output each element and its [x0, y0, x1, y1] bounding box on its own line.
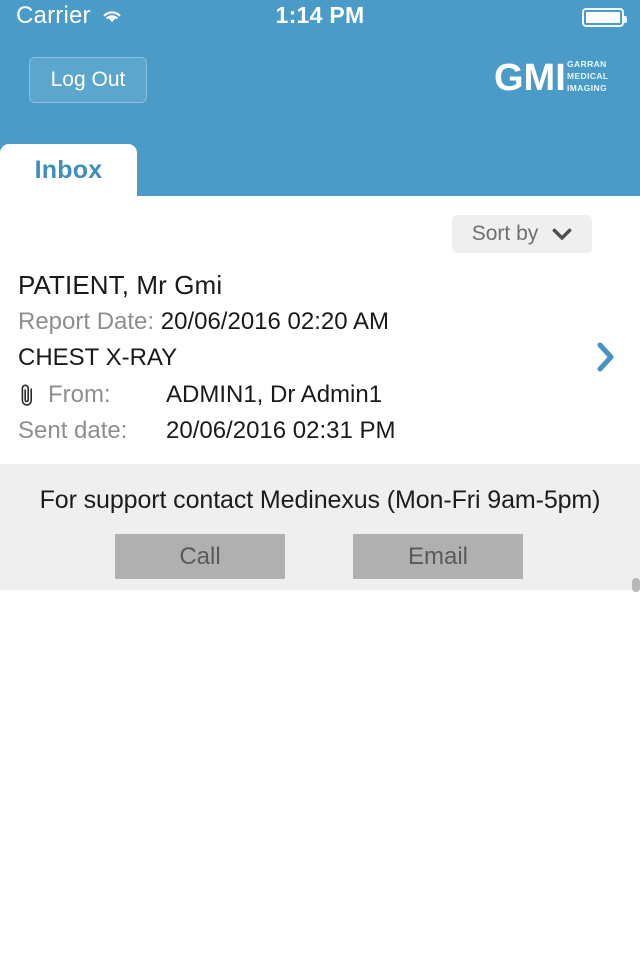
email-button[interactable]: Email [353, 534, 523, 579]
chevron-down-icon [552, 227, 573, 241]
sort-by-button[interactable]: Sort by [452, 215, 592, 253]
app-screen: Carrier 1:14 PM Log Out GMI GARRAN MEDIC… [0, 0, 640, 960]
modality-label: CHEST X-RAY [18, 344, 178, 371]
chevron-right-icon[interactable] [594, 340, 618, 374]
from-label: From: [48, 381, 111, 408]
tab-inbox-label: Inbox [34, 155, 103, 184]
content-area: Sort by PATIENT, Mr Gmi Report Date: 20/… [0, 196, 640, 459]
sent-date-value: 20/06/2016 02:31 PM [166, 417, 396, 444]
patient-name: PATIENT, Mr Gmi [18, 270, 223, 300]
svg-text:MEDICAL: MEDICAL [567, 71, 609, 81]
from-value: ADMIN1, Dr Admin1 [166, 381, 383, 408]
sort-toolbar: Sort by [0, 196, 640, 262]
status-bar: Carrier 1:14 PM [0, 0, 640, 34]
from-line: From: ADMIN1, Dr Admin1 [18, 381, 640, 409]
svg-text:GMI: GMI [494, 57, 566, 99]
support-panel: For support contact Medinexus (Mon-Fri 9… [0, 464, 640, 590]
sent-date-label: Sent date: [18, 417, 128, 444]
call-button[interactable]: Call [115, 534, 285, 579]
status-bar-time: 1:14 PM [275, 2, 365, 28]
battery-full-icon [582, 8, 627, 27]
logout-button-label: Log Out [50, 68, 126, 91]
gmi-logo: GMI GARRAN MEDICAL IMAGING [466, 38, 610, 110]
tab-inbox[interactable]: Inbox [0, 144, 137, 196]
report-date-label: Report Date: [18, 308, 155, 335]
inbox-record-row[interactable]: PATIENT, Mr Gmi Report Date: 20/06/2016 … [0, 262, 640, 459]
sort-by-label: Sort by [471, 222, 539, 245]
logout-button[interactable]: Log Out [29, 57, 147, 103]
app-header: Carrier 1:14 PM Log Out GMI GARRAN MEDIC… [0, 0, 640, 196]
svg-text:IMAGING: IMAGING [567, 83, 607, 93]
scroll-indicator[interactable] [632, 578, 640, 592]
support-message: For support contact Medinexus (Mon-Fri 9… [39, 486, 601, 514]
sent-date-line: Sent date: 20/06/2016 02:31 PM [18, 417, 640, 445]
report-date-line: Report Date: 20/06/2016 02:20 AM [18, 308, 640, 336]
svg-text:GARRAN: GARRAN [567, 59, 607, 69]
report-date-value: 20/06/2016 02:20 AM [160, 308, 389, 335]
paperclip-icon [18, 382, 48, 408]
